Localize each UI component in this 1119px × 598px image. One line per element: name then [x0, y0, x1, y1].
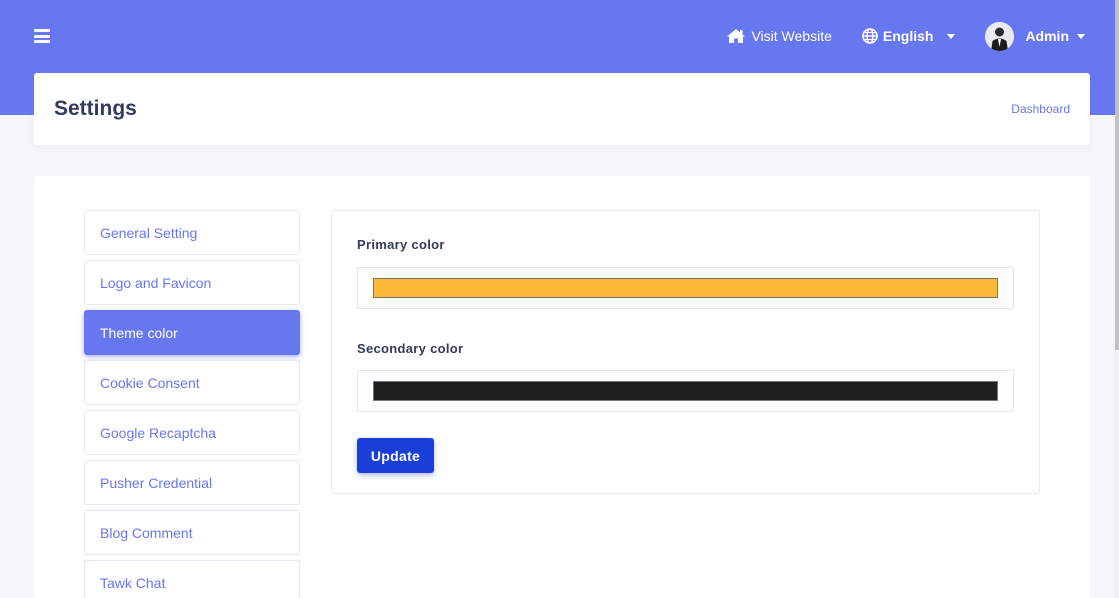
scrollbar-thumb[interactable]	[1115, 0, 1119, 350]
scrollbar[interactable]	[1115, 0, 1119, 598]
globe-icon	[862, 28, 878, 44]
update-button[interactable]: Update	[357, 438, 434, 473]
breadcrumb[interactable]: Dashboard	[1011, 102, 1070, 116]
visit-website-link[interactable]: Visit Website	[726, 28, 832, 44]
chevron-down-icon	[947, 33, 956, 39]
menu-icon[interactable]	[34, 29, 50, 43]
sidebar-item-tawk-chat[interactable]: Tawk Chat	[84, 560, 300, 598]
sidebar-item-logo-and-favicon[interactable]: Logo and Favicon	[84, 260, 300, 305]
home-icon	[727, 29, 746, 43]
section-header: Settings Dashboard	[34, 73, 1090, 145]
language-label: English	[882, 28, 934, 44]
navbar-right: Visit Website English Admin	[726, 21, 1085, 51]
sidebar-item-blog-comment[interactable]: Blog Comment	[84, 510, 300, 555]
sidebar-item-pusher-credential[interactable]: Pusher Credential	[84, 460, 300, 505]
secondary-color-label: Secondary color	[357, 341, 464, 356]
settings-card: General Setting Logo and Favicon Theme c…	[34, 176, 1090, 598]
visit-website-label: Visit Website	[751, 28, 832, 44]
sidebar-item-google-recaptcha[interactable]: Google Recaptcha	[84, 410, 300, 455]
secondary-color-input[interactable]	[357, 370, 1014, 412]
chevron-down-icon	[1077, 33, 1085, 39]
sidebar-item-general-setting[interactable]: General Setting	[84, 210, 300, 255]
sidebar-item-theme-color[interactable]: Theme color	[84, 310, 300, 355]
page-title: Settings	[54, 97, 137, 120]
sidebar-item-cookie-consent[interactable]: Cookie Consent	[84, 360, 300, 405]
user-dropdown[interactable]: Admin	[985, 21, 1085, 51]
primary-color-input[interactable]	[357, 267, 1014, 309]
secondary-color-swatch	[373, 381, 998, 401]
settings-sidebar: General Setting Logo and Favicon Theme c…	[84, 210, 300, 598]
user-name: Admin	[1025, 28, 1069, 44]
primary-color-label: Primary color	[357, 237, 445, 252]
theme-color-panel: Primary color Secondary color Update	[331, 210, 1040, 494]
language-dropdown[interactable]: English	[862, 28, 956, 44]
avatar	[985, 21, 1015, 51]
primary-color-swatch	[373, 278, 998, 298]
top-navbar: Visit Website English Admin	[0, 0, 1119, 72]
